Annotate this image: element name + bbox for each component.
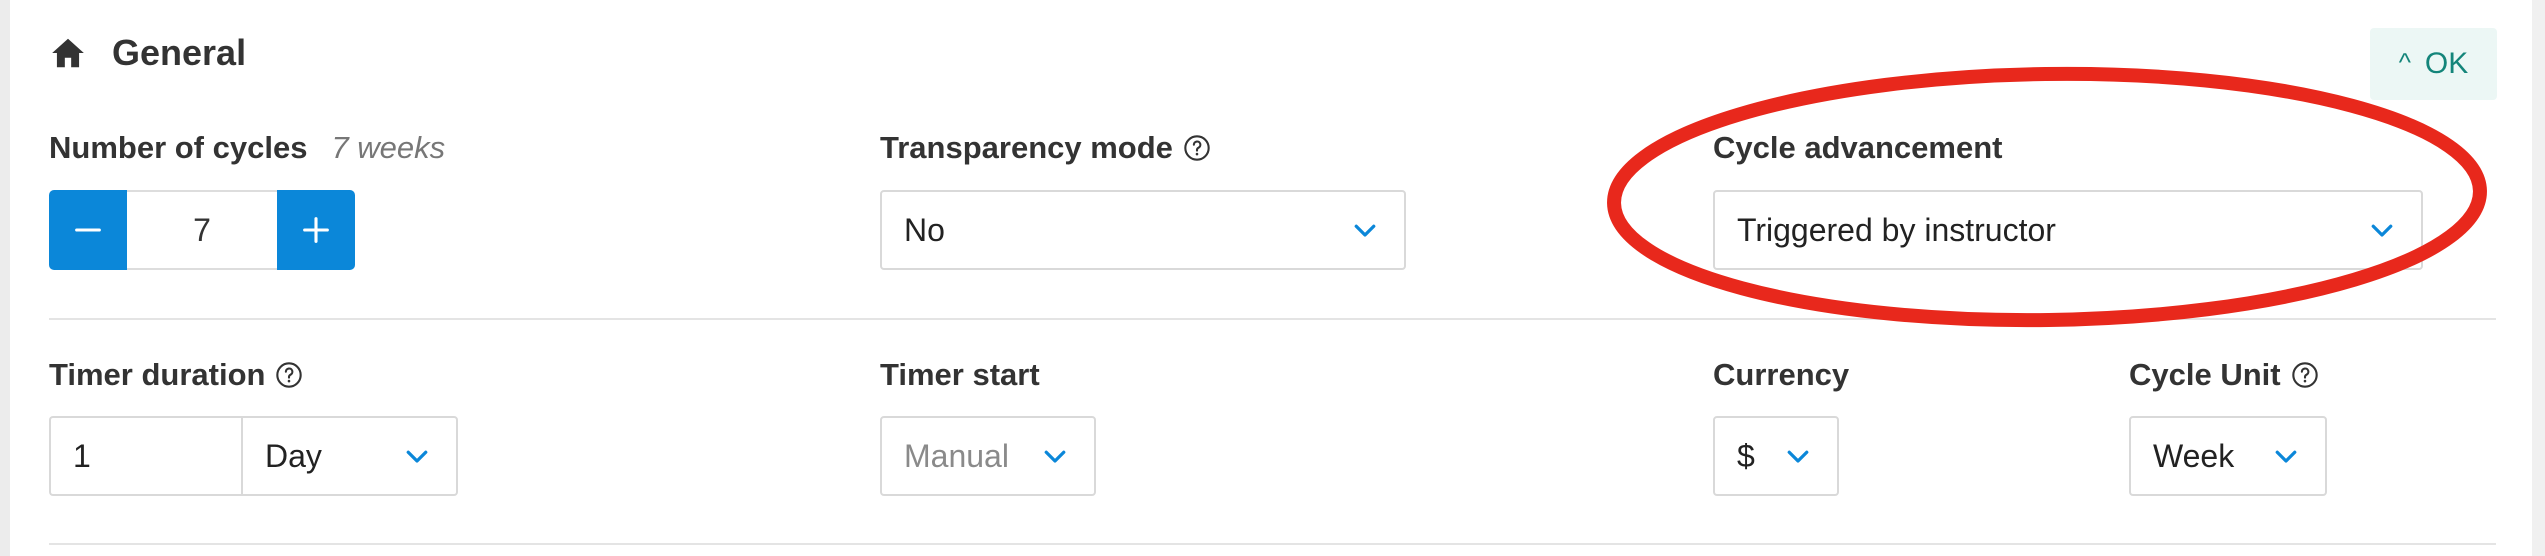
home-icon [49, 34, 87, 72]
section-divider [49, 318, 2496, 320]
cycle-unit-select[interactable]: Week [2129, 416, 2327, 496]
transparency-mode-label-text: Transparency mode [880, 130, 1173, 165]
currency-label-text: Currency [1713, 357, 1850, 392]
timer-unit-select[interactable]: Day [241, 416, 458, 496]
chevron-down-icon [1350, 215, 1380, 245]
help-icon[interactable] [275, 361, 303, 389]
cycle-advancement-label-text: Cycle advancement [1713, 130, 2003, 165]
timer-duration-input[interactable]: 1 [49, 416, 243, 496]
section-divider [49, 543, 2496, 545]
chevron-down-icon [1783, 441, 1813, 471]
page: General ^ OK Number of cycles 7 weeks Tr… [0, 0, 2545, 556]
currency-value: $ [1737, 437, 1755, 474]
cycles-stepper: 7 [49, 190, 355, 270]
help-icon[interactable] [2291, 361, 2319, 389]
increment-button[interactable] [277, 190, 355, 270]
transparency-mode-label: Transparency mode [880, 130, 1211, 166]
chevron-down-icon [2367, 215, 2397, 245]
decrement-button[interactable] [49, 190, 127, 270]
number-of-cycles-label-text: Number of cycles [49, 130, 308, 165]
currency-select[interactable]: $ [1713, 416, 1839, 496]
timer-start-label: Timer start [880, 357, 1040, 393]
plus-icon [299, 213, 333, 247]
cycles-value[interactable]: 7 [127, 190, 277, 270]
timer-start-value: Manual [904, 437, 1009, 474]
timer-duration-label: Timer duration [49, 357, 303, 393]
cycle-unit-label: Cycle Unit [2129, 357, 2319, 393]
cycle-advancement-select[interactable]: Triggered by instructor [1713, 190, 2423, 270]
cycle-unit-label-text: Cycle Unit [2129, 357, 2281, 392]
currency-label: Currency [1713, 357, 1849, 393]
chevron-up-icon: ^ [2398, 46, 2411, 77]
ok-label: OK [2424, 47, 2469, 80]
left-border [0, 0, 10, 556]
cycle-advancement-label: Cycle advancement [1713, 130, 2002, 166]
cycle-unit-value: Week [2153, 437, 2235, 474]
chevron-down-icon [1040, 441, 1070, 471]
section-header: General [49, 26, 246, 80]
chevron-down-icon [402, 441, 432, 471]
cycles-duration-hint: 7 weeks [331, 130, 446, 165]
timer-start-select[interactable]: Manual [880, 416, 1096, 496]
right-scroll-gutter [2532, 0, 2545, 556]
transparency-mode-value: No [904, 211, 945, 248]
cycle-advancement-value: Triggered by instructor [1737, 211, 2056, 248]
timer-unit-value: Day [265, 437, 322, 474]
timer-start-label-text: Timer start [880, 357, 1040, 392]
minus-icon [71, 213, 105, 247]
section-title: General [112, 32, 247, 73]
help-icon[interactable] [1183, 134, 1211, 162]
number-of-cycles-label: Number of cycles 7 weeks [49, 130, 445, 166]
chevron-down-icon [2271, 441, 2301, 471]
timer-duration-label-text: Timer duration [49, 357, 266, 392]
timer-duration-value: 1 [73, 437, 91, 474]
transparency-mode-select[interactable]: No [880, 190, 1406, 270]
collapse-ok-button[interactable]: ^ OK [2370, 28, 2497, 100]
